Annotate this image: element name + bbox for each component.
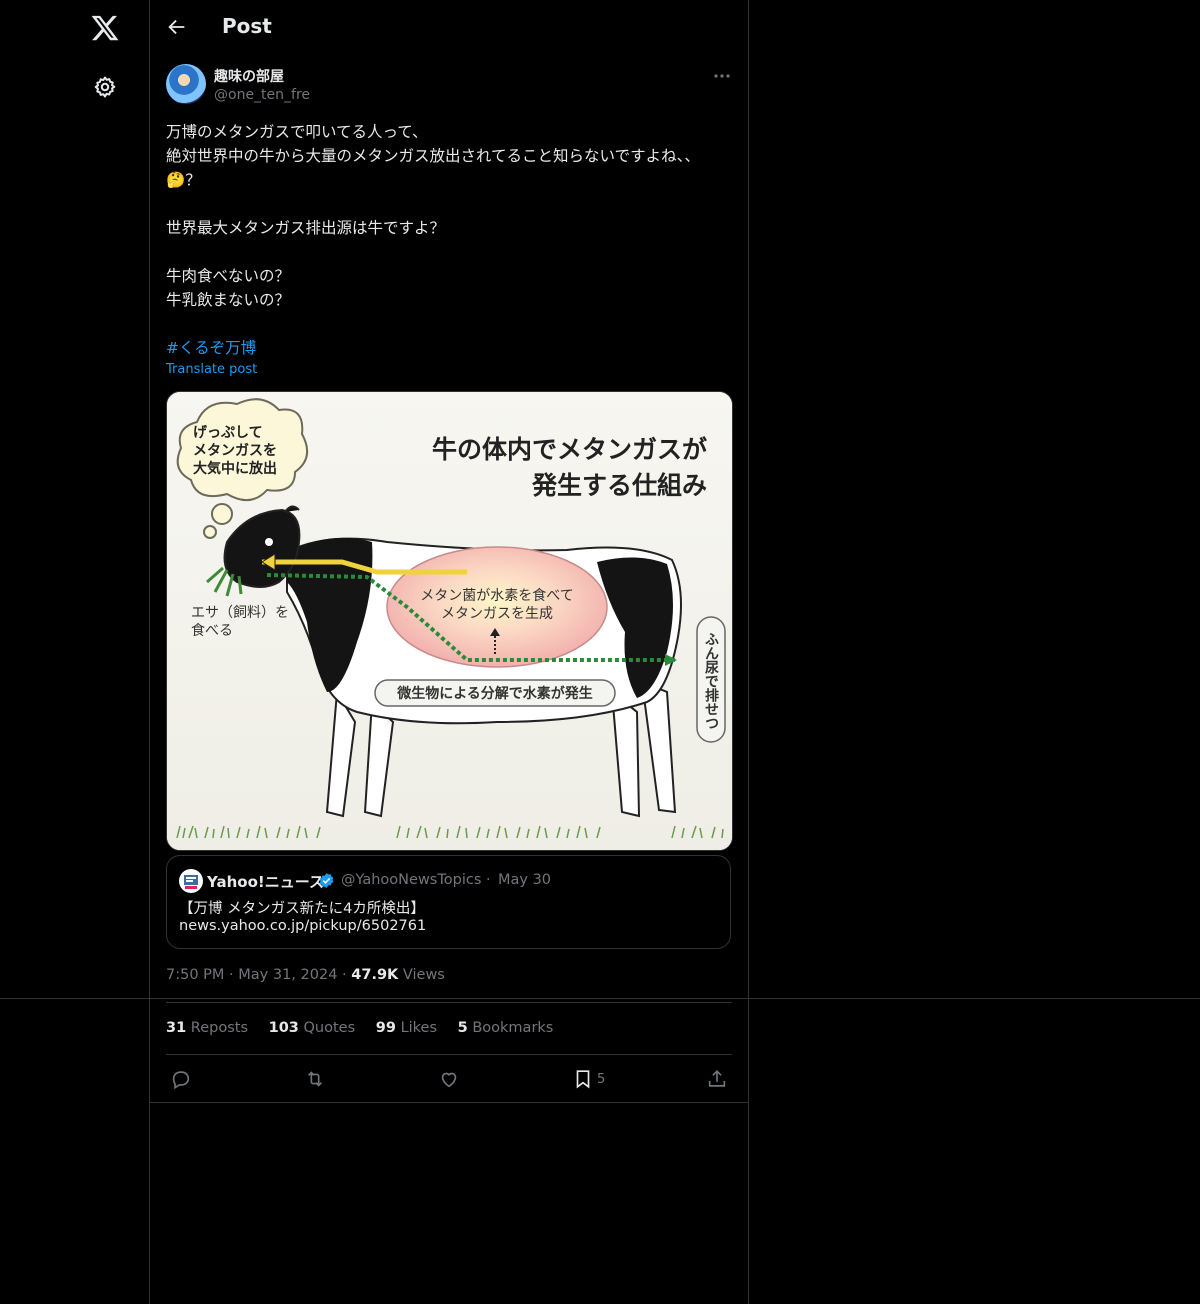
gear-icon[interactable] [93,75,117,99]
quoted-link[interactable]: news.yahoo.co.jp/pickup/6502761 [179,918,426,934]
post-image[interactable]: げっぷして メタンガスを 大気中に放出 牛の体内でメタンガスが 発生する仕組み [166,391,733,851]
verified-badge-icon [319,873,334,888]
like-icon[interactable] [438,1068,460,1090]
cow-methane-diagram: げっぷして メタンガスを 大気中に放出 牛の体内でメタンガスが 発生する仕組み [167,392,732,850]
bottom-label: 微生物による分解で水素が発生 [396,685,593,702]
bookmark-count: 5 [597,1072,606,1087]
quotes-stat[interactable]: 103 Quotes [269,1020,356,1036]
author-display-name[interactable]: 趣味の部屋 [214,66,284,86]
translate-post-link[interactable]: Translate post [166,362,257,377]
diagram-title-line2: 発生する仕組み [531,471,707,500]
diagram-title-line1: 牛の体内でメタンガスが [432,435,707,464]
bubble-line3: 大気中に放出 [193,460,277,477]
back-arrow-icon[interactable] [166,16,188,38]
yahoo-news-avatar[interactable] [179,869,203,893]
divider [150,1102,748,1103]
left-nav [0,0,150,1304]
quoted-text: 【万博 メタンガス新たに4カ所検出】 [179,901,425,917]
divider [166,1054,732,1055]
post-time[interactable]: 7:50 PM [166,967,224,983]
views-count: 47.9K [351,967,399,983]
overlay-divider [0,998,1200,999]
quoted-date[interactable]: May 30 [498,872,551,888]
bubble-line1: げっぷして [193,425,263,441]
views-label: Views [402,967,445,983]
likes-stat[interactable]: 99 Likes [376,1020,437,1036]
bookmark-icon[interactable] [572,1068,594,1090]
bubble-line2: メタンガスを [193,443,277,459]
quoted-post[interactable]: Yahoo!ニュース @YahooNewsTopics · May 30 【万博… [166,855,731,949]
feed-line1: エサ（飼料）を [191,605,289,621]
share-icon[interactable] [706,1068,728,1090]
post-text: 万博のメタンガスで叩いてる人って、 絶対世界中の牛から大量のメタンガス放出されて… [166,123,700,309]
page-title: Post [222,14,272,38]
stomach-line1: メタン菌が水素を食べて [420,587,573,604]
divider [166,1002,732,1003]
x-logo-icon[interactable] [90,13,120,43]
separator-dot: · [486,872,491,888]
stomach-line2: メタンガスを生成 [441,606,553,622]
reply-icon[interactable] [170,1068,192,1090]
reposts-stat[interactable]: 31 Reposts [166,1020,248,1036]
engagement-stats: 31 Reposts 103 Quotes 99 Likes 5 Bookmar… [166,1020,569,1036]
more-options-icon[interactable] [712,66,732,86]
repost-icon[interactable] [304,1068,326,1090]
author-handle[interactable]: @one_ten_fre [214,87,310,103]
post-header: Post [150,0,748,55]
hashtag-link[interactable]: #くるぞ万博 [166,336,256,358]
post-metadata: 7:50 PM · May 31, 2024 · 47.9K Views [166,967,445,983]
post-column: Post 趣味の部屋 @one_ten_fre 万博のメタンガスで叩いてる人って… [150,0,749,1304]
quoted-author-name[interactable]: Yahoo!ニュース [207,871,324,892]
avatar[interactable] [166,64,206,104]
feed-line2: 食べる [191,622,233,639]
side-label: ふん尿で排せつ [703,632,719,730]
bookmarks-stat[interactable]: 5 Bookmarks [458,1020,554,1036]
quoted-author-handle[interactable]: @YahooNewsTopics [341,872,481,888]
post-date[interactable]: May 31, 2024 [238,967,337,983]
